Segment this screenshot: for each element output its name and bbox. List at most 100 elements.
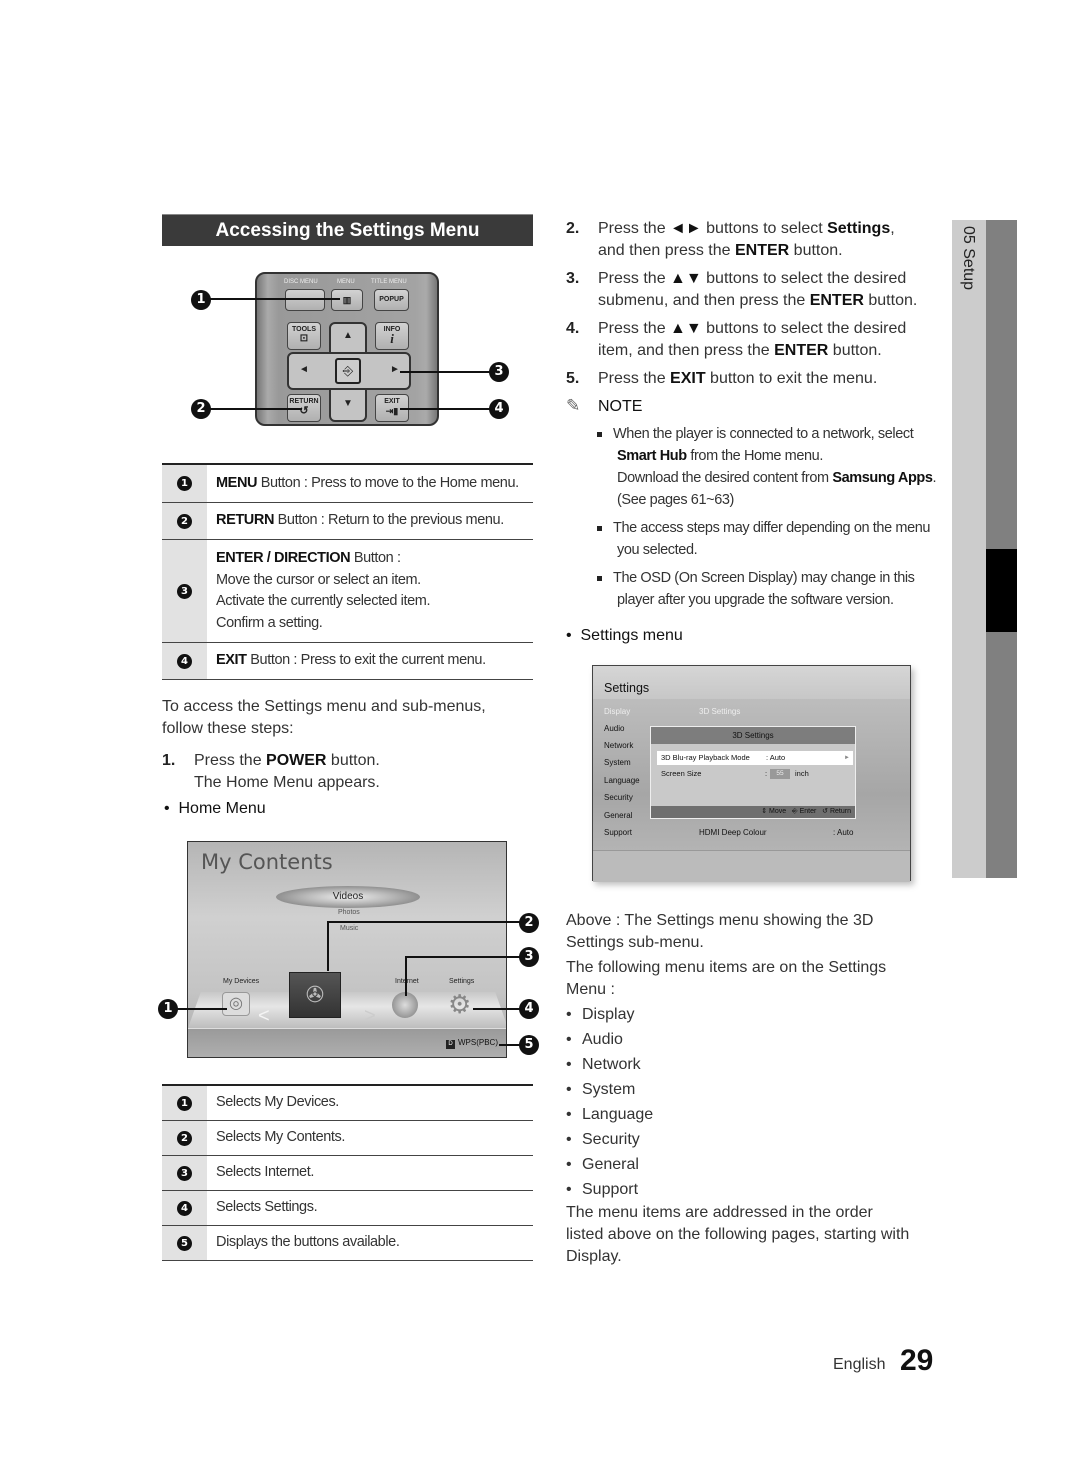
popup-button: POPUP xyxy=(374,289,409,311)
disc-menu-button xyxy=(285,289,325,311)
step-number: 1. xyxy=(162,752,176,769)
step-bold: ENTER xyxy=(774,342,829,359)
step-bold: ENTER xyxy=(809,292,864,309)
intro-line: follow these steps: xyxy=(162,720,294,737)
note-text: The access steps may differ depending on… xyxy=(613,520,931,536)
note-text: you selected. xyxy=(617,542,698,558)
page-number: 29 xyxy=(900,1344,934,1377)
return-hint: Return xyxy=(829,808,851,815)
button-name: RETURN xyxy=(216,512,275,529)
callout-line xyxy=(400,371,490,373)
disc-menu-label: DISC MENU xyxy=(284,279,318,285)
submenu-header: 3D Settings xyxy=(699,707,741,716)
note-text: (See pages 61~63) xyxy=(617,492,734,508)
note-label: NOTE xyxy=(598,398,643,415)
callout-line xyxy=(400,408,490,410)
chapter-label: 05 Setup xyxy=(960,226,977,291)
intro-line: To access the Settings menu and sub-menu… xyxy=(162,698,486,715)
move-hint: Move xyxy=(769,808,787,815)
settings-gear-icon: ⚙ xyxy=(448,989,472,1019)
row-number: 1 xyxy=(177,1095,192,1111)
3d-settings-popup: 3D Settings 3D Blu-ray Playback Mode : A… xyxy=(650,726,856,819)
step-bold: ▲▼ xyxy=(670,270,702,287)
row-value: : Auto xyxy=(766,753,786,762)
callout-line xyxy=(327,921,329,971)
description-line: Move the cursor or select an item. xyxy=(216,571,421,588)
chevron-right-icon: ► xyxy=(844,755,850,761)
callout-2: 2 xyxy=(519,913,539,933)
row-number: 4 xyxy=(177,653,192,669)
screen-size-input: 55 xyxy=(770,769,790,779)
table-row: 3 Selects Internet. xyxy=(162,1156,533,1191)
step-1: 1. Press the POWER button. The Home Menu … xyxy=(162,750,380,794)
step-text: , xyxy=(890,220,895,237)
note-text: player after you upgrade the software ve… xyxy=(617,592,894,608)
menu-label: MENU xyxy=(337,279,355,285)
list-item: • Display xyxy=(566,1006,635,1023)
bullet-square-icon xyxy=(597,575,602,581)
photos-item: Photos xyxy=(338,909,360,916)
section-title: Accessing the Settings Menu xyxy=(162,214,533,246)
button-name: MENU xyxy=(216,474,258,491)
step-text: Press the xyxy=(598,220,671,237)
list-item-text: System xyxy=(582,1081,636,1098)
note-item: The OSD (On Screen Display) may change i… xyxy=(597,567,943,611)
table-row: 3 ENTER / DIRECTION Button : Move the cu… xyxy=(162,540,533,643)
music-item: Music xyxy=(340,925,359,932)
settings-menu-item: Language xyxy=(604,776,640,785)
note-text: from the Home menu. xyxy=(686,448,823,464)
row-number: 5 xyxy=(177,1235,192,1251)
home-description-table: 1 Selects My Devices. 2 Selects My Conte… xyxy=(162,1084,533,1261)
callout-line xyxy=(210,408,302,410)
wps-label: WPS(PBC) xyxy=(458,1038,498,1047)
list-item-text: Support xyxy=(582,1181,639,1198)
menu-grid-icon: ▥ xyxy=(342,295,352,305)
list-item: • Language xyxy=(566,1106,654,1123)
step-text: button. xyxy=(863,292,918,309)
step-text: The Home Menu appears. xyxy=(194,774,380,791)
steps-list: 2. Press the ◄► buttons to select Setting… xyxy=(566,218,946,396)
step-text: buttons to select the desired xyxy=(701,270,907,287)
left-arrow-icon: ◄ xyxy=(299,364,309,375)
caption-line: The following menu items are on the Sett… xyxy=(566,959,887,976)
step-bold: EXIT xyxy=(670,370,706,387)
list-item: • System xyxy=(566,1081,636,1098)
hdmi-deep-colour-label: HDMI Deep Colour xyxy=(699,828,767,837)
step-number: 4. xyxy=(566,320,580,337)
step-text: button. xyxy=(326,752,380,769)
table-row: 2 RETURN Button : Return to the previous… xyxy=(162,503,533,540)
pencil-note-icon: ✎ xyxy=(566,396,581,415)
info-icon: i xyxy=(390,331,394,346)
settings-menu-item: System xyxy=(604,758,631,767)
tools-icon: ⊡ xyxy=(299,333,309,344)
footer-language: English xyxy=(833,1356,886,1373)
table-row: 5 Displays the buttons available. xyxy=(162,1226,533,1261)
note-bold: Samsung Apps xyxy=(832,470,933,486)
note-text: Download the desired content from xyxy=(617,470,833,486)
my-contents-icon: ✇ xyxy=(289,972,341,1018)
caption-line: Menu : xyxy=(566,981,615,998)
wps-hint: D WPS(PBC) xyxy=(446,1038,498,1049)
callout-4: 4 xyxy=(489,399,509,419)
settings-screenshot: Settings Display Audio Network System La… xyxy=(592,665,911,882)
chapter-marker xyxy=(986,549,1017,632)
bullet-square-icon xyxy=(597,431,602,437)
list-item: • Support xyxy=(566,1181,639,1198)
step-bold: ▲▼ xyxy=(670,320,702,337)
step-text: item, and then press the xyxy=(598,342,775,359)
description-line: Activate the currently selected item. xyxy=(216,593,431,609)
callout-4: 4 xyxy=(519,999,539,1019)
videos-item: Videos xyxy=(276,886,420,908)
button-description: Button : Return to the previous menu. xyxy=(274,512,505,529)
list-item: • Network xyxy=(566,1056,641,1073)
table-row: 4 EXIT Button : Press to exit the curren… xyxy=(162,643,533,680)
callout-3: 3 xyxy=(519,947,539,967)
home-title: My Contents xyxy=(201,850,333,874)
return-arrow-icon: ↺ xyxy=(822,808,829,815)
d-key-icon: D xyxy=(446,1040,455,1049)
step-bold: ENTER xyxy=(734,242,790,259)
bullet-text: Settings menu xyxy=(580,627,683,644)
callout-line xyxy=(328,921,520,923)
return-label: RETURN xyxy=(289,398,319,405)
up-arrow-icon: ▲ xyxy=(343,330,353,341)
